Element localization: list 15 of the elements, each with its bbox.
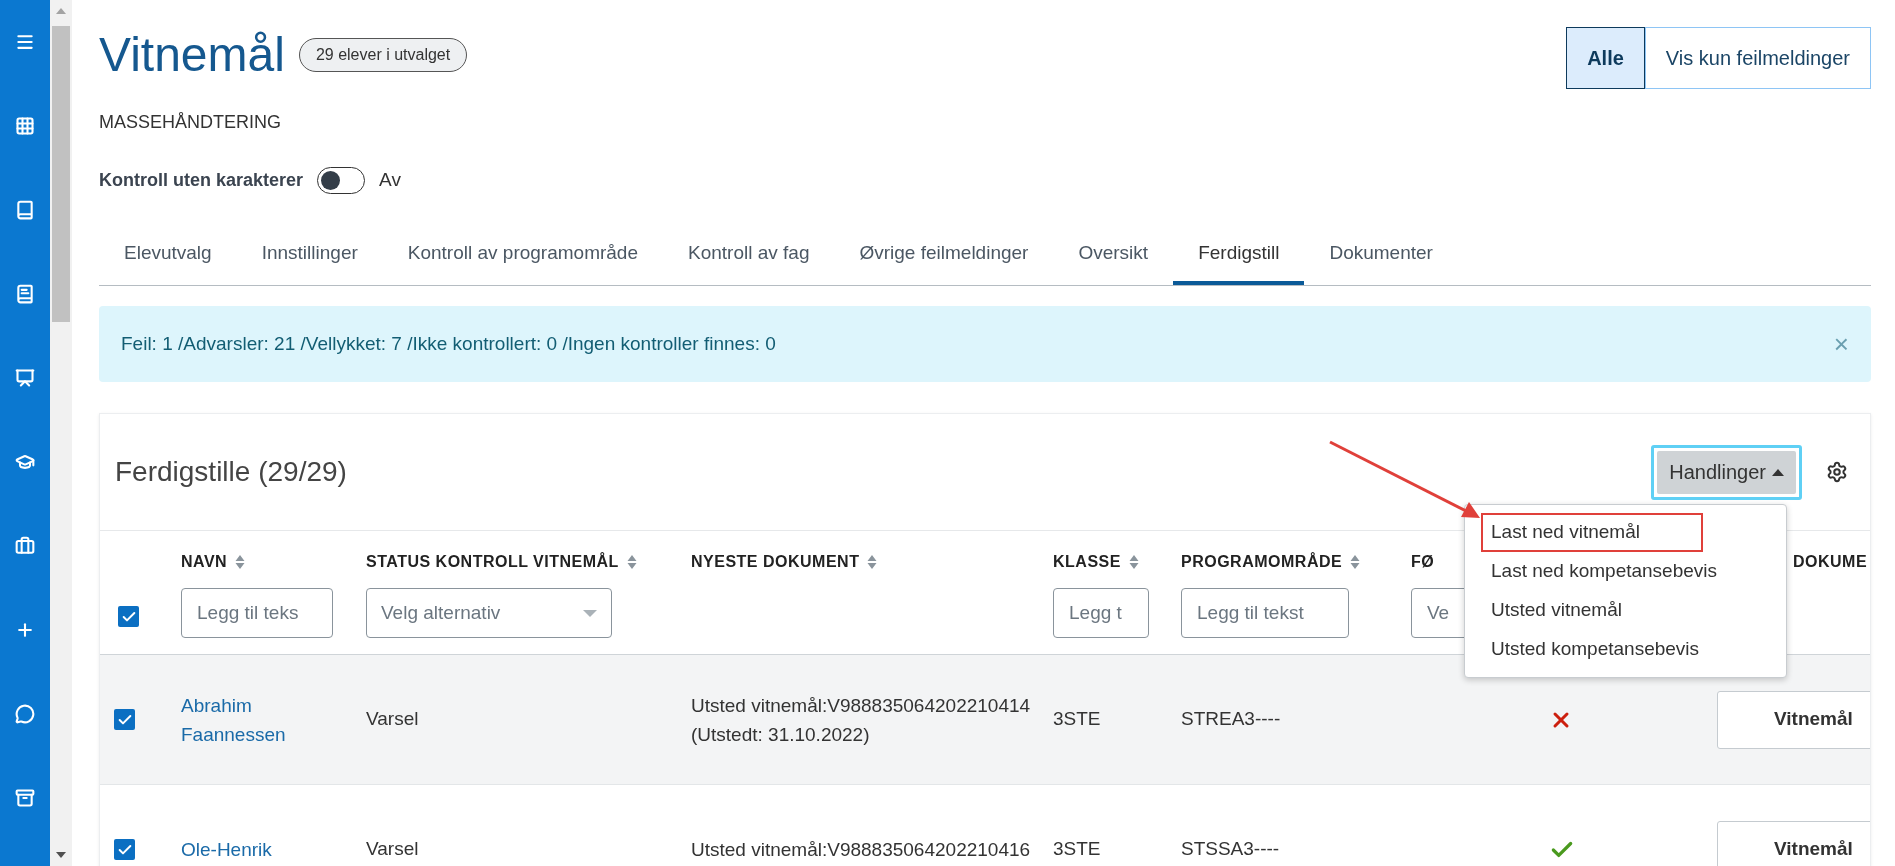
- table-cell-text: 3STE: [1053, 707, 1102, 732]
- card-title: Ferdigstille (29/29): [114, 455, 347, 489]
- page-subtitle: MASSEHÅNDTERING: [99, 111, 283, 134]
- switch-state: Av: [379, 168, 401, 192]
- count-badge: 29 elever i utvalget: [298, 38, 468, 72]
- table-cell-text: Varsel: [366, 707, 420, 732]
- table-cell-text: Utsted vitnemål:V988835064202210416: [691, 838, 1032, 862]
- page-title: Vitnemål: [99, 31, 285, 79]
- table-cell-text: 3STE: [1053, 837, 1102, 862]
- alert-text: Feil: 1 /Advarsler: 21 /Vellykket: 7 /Ikke kontrollert: 0 /Ingen kontroller finnes: 0: [121, 331, 776, 356]
- table-cell-text: STREA3----: [1181, 707, 1282, 732]
- table-cell-text: Utsted vitnemål:V988835064202210414 (Utstedt: 31.10.2022): [691, 693, 1032, 747]
- switch-label: Kontroll uten karakterer: [99, 168, 304, 192]
- table-cell-text: Varsel: [366, 837, 420, 862]
- table-cell-text: STSSA3----: [1181, 837, 1281, 862]
